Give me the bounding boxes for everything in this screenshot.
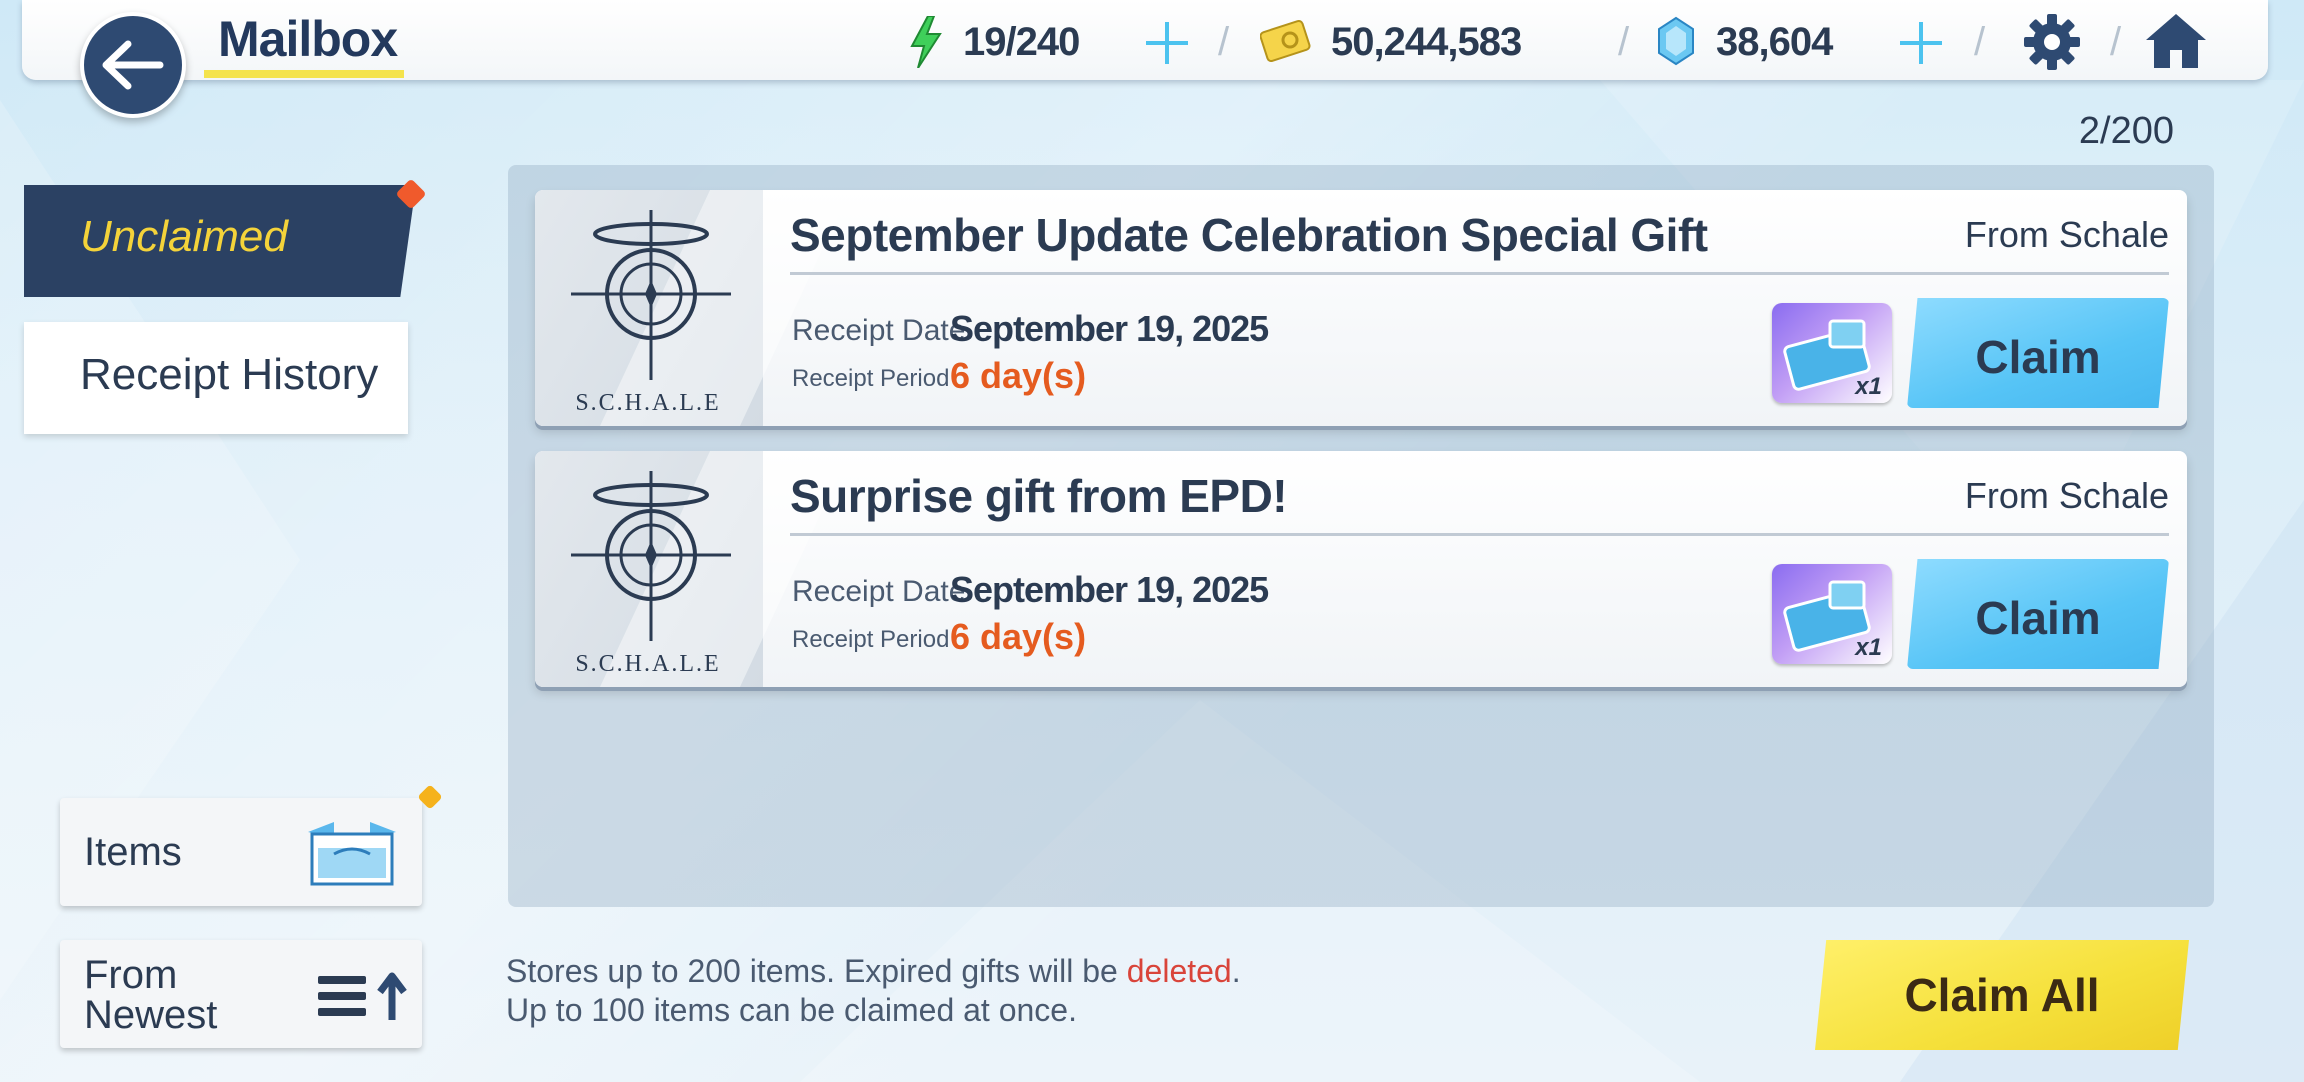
reward-quantity: x1 [1855, 634, 1882, 661]
schale-logo-icon [571, 210, 731, 380]
reward-item[interactable]: x1 [1772, 303, 1892, 403]
receipt-period-value: 6 day(s) [950, 355, 1087, 396]
title-underline [204, 70, 404, 78]
receipt-date-label: Receipt Date [792, 314, 966, 347]
ap-value: 19/240 [963, 19, 1080, 64]
mailbox-icon [308, 822, 396, 886]
reward-quantity: x1 [1855, 373, 1882, 400]
reward-item[interactable]: x1 [1772, 564, 1892, 664]
receipt-date-label: Receipt Date [792, 575, 966, 608]
mail-sender: From Schale [1964, 214, 2169, 255]
items-filter-label: Items [84, 830, 182, 874]
schale-logo-text: S.C.H.A.L.E [575, 651, 721, 677]
mail-item: S.C.H.A.L.E Surprise gift from EPD! From… [535, 451, 2187, 687]
credits-counter: 50,244,583 [1331, 14, 1522, 70]
back-button[interactable] [80, 12, 186, 118]
credit-card-icon [1260, 19, 1311, 63]
claim-limit-note: Up to 100 items can be claimed at once. [506, 992, 1077, 1028]
claim-button-label: Claim [1975, 331, 2101, 383]
add-pyroxene-button[interactable] [1896, 18, 1946, 68]
receipt-period-label: Receipt Period [792, 365, 950, 392]
arrow-left-icon [102, 40, 164, 90]
pyroxene-value: 38,604 [1716, 19, 1833, 64]
deleted-highlight: deleted [1126, 953, 1232, 989]
tab-receipt-history-label: Receipt History [80, 350, 379, 399]
separator: / [1618, 20, 1630, 64]
storage-note-end: . [1231, 953, 1241, 989]
sort-descending-icon [318, 972, 407, 1020]
mail-count: 2/200 [2078, 110, 2174, 152]
mail-item: S.C.H.A.L.E September Update Celebration… [535, 190, 2187, 426]
schale-logo-icon [571, 471, 731, 641]
lightning-icon [910, 16, 942, 68]
mail-title: Surprise gift from EPD! [790, 470, 1288, 522]
divider [790, 272, 2169, 275]
schale-logo-text: S.C.H.A.L.E [575, 390, 721, 416]
receipt-date-value: September 19, 2025 [950, 569, 1269, 610]
sort-label-line1: From [84, 953, 178, 997]
claim-button-label: Claim [1975, 592, 2101, 644]
receipt-period-label: Receipt Period [792, 626, 950, 653]
separator: / [2110, 20, 2122, 64]
mail-title: September Update Celebration Special Gif… [790, 209, 1708, 261]
pyroxene-counter: 38,604 [1716, 14, 1833, 70]
receipt-date-value: September 19, 2025 [950, 308, 1269, 349]
storage-note-text: Stores up to 200 items. Expired gifts wi… [506, 953, 1127, 989]
ap-counter: 19/240 [963, 14, 1080, 70]
page-title: Mailbox [218, 11, 398, 67]
gear-icon[interactable] [2022, 12, 2082, 72]
separator: / [1218, 20, 1230, 64]
claim-all-label: Claim All [1904, 969, 2100, 1021]
sort-label-line2: Newest [84, 993, 218, 1037]
pyroxene-gem-icon [1658, 16, 1694, 66]
storage-note: Stores up to 200 items. Expired gifts wi… [506, 953, 1241, 990]
mail-sender: From Schale [1964, 475, 2169, 516]
separator: / [1974, 20, 1986, 64]
add-ap-button[interactable] [1142, 18, 1192, 68]
receipt-period-value: 6 day(s) [950, 616, 1087, 657]
tab-unclaimed-label: Unclaimed [80, 212, 288, 261]
credits-value: 50,244,583 [1331, 19, 1522, 64]
home-icon[interactable] [2144, 10, 2208, 72]
divider [790, 533, 2169, 536]
